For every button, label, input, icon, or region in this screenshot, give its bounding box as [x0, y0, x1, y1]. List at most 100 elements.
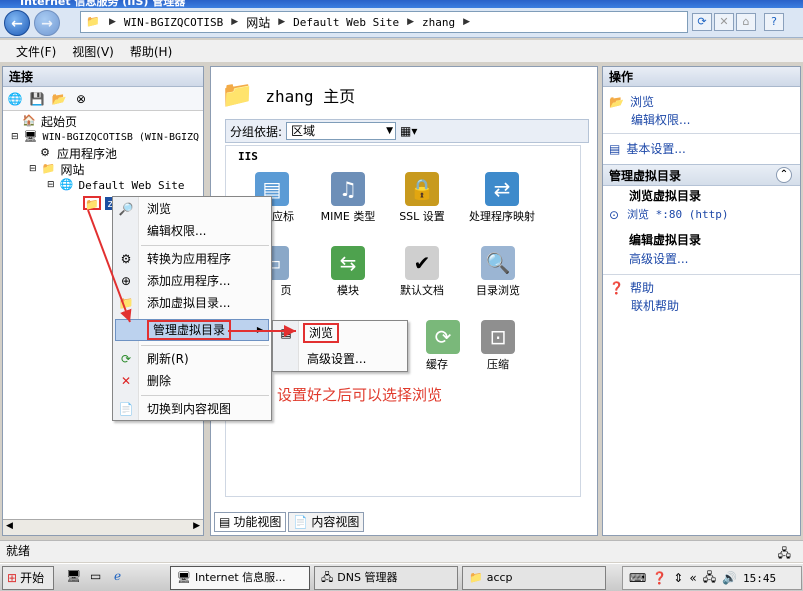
menu-help[interactable]: 帮助(H)	[130, 43, 172, 60]
action-advanced-settings[interactable]: 高级设置...	[603, 250, 800, 268]
feature-ssl[interactable]: 🔒 SSL 设置	[386, 172, 458, 223]
scroll-right-icon[interactable]: ▶	[193, 521, 200, 531]
save-icon[interactable]: 💾	[29, 91, 45, 107]
feature-modules[interactable]: ⇆ 模块	[312, 246, 384, 297]
feature-mime-types[interactable]: ♫ MIME 类型	[312, 172, 384, 223]
delete-icon: ✕	[120, 374, 132, 388]
browse-icon: 📂	[609, 95, 624, 109]
menu-bar: 文件(F) 视图(V) 帮助(H)	[0, 40, 803, 62]
sub-browse[interactable]: ▤ 浏览	[273, 323, 407, 343]
server-manager-icon[interactable]: 🖥	[66, 569, 81, 583]
home-header: 📁 zhang 主页	[221, 75, 355, 115]
globe-icon: ⊙	[609, 208, 620, 222]
clock[interactable]: 15:45	[743, 572, 776, 585]
connect-icon[interactable]: 🌐	[7, 91, 23, 107]
disconnect-icon[interactable]: ⊗	[73, 91, 89, 107]
task-iis-manager[interactable]: 🖥 Internet 信息服...	[170, 566, 310, 590]
address-bar[interactable]: 📁 ▶ WIN-BGIZQCOTISB ▶ 网站 ▶ Default Web S…	[80, 11, 688, 33]
action-help[interactable]: ❓ 帮助	[609, 279, 794, 297]
group-by-select[interactable]: 区域 ▼	[286, 122, 397, 140]
home-icon[interactable]: ⌂	[736, 13, 756, 31]
breadcrumb-server[interactable]: WIN-BGIZQCOTISB	[124, 16, 223, 29]
menu-separator	[141, 345, 269, 346]
modules-icon: ⇆	[331, 246, 365, 280]
breadcrumb-sites[interactable]: 网站	[246, 14, 270, 31]
expand-tray-icon[interactable]: «	[689, 571, 696, 585]
connections-header: 连接	[3, 67, 203, 87]
collapse-icon[interactable]: ⊟	[29, 164, 37, 174]
tree-item-sites[interactable]: ⊟ 📁 网站	[11, 161, 199, 177]
ctx-add-application[interactable]: ⊕ 添加应用程序...	[113, 271, 271, 291]
ctx-convert-to-app[interactable]: ⚙ 转换为应用程序	[113, 249, 271, 269]
menu-file[interactable]: 文件(F)	[16, 43, 56, 60]
compression-icon: ⊡	[481, 320, 515, 354]
task-dns-manager[interactable]: 🖧 DNS 管理器	[314, 566, 458, 590]
section-manage-vdir[interactable]: 管理虚拟目录 ⌃	[603, 164, 800, 186]
ctx-browse[interactable]: 🔎 浏览	[113, 199, 271, 219]
collapse-icon[interactable]: ⊟	[47, 180, 55, 190]
breadcrumb-default-site[interactable]: Default Web Site	[293, 16, 399, 29]
ctx-edit-permissions[interactable]: 编辑权限...	[113, 221, 271, 241]
refresh-icon[interactable]: ⟳	[692, 13, 712, 31]
scroll-icon[interactable]: ⇕	[673, 571, 683, 585]
keyboard-icon[interactable]: ⌨	[629, 571, 646, 585]
settings-icon: ▤	[609, 142, 621, 156]
start-page-icon: 🏠	[22, 114, 36, 127]
action-browse[interactable]: 📂 浏览	[609, 93, 794, 111]
dns-icon: 🖧	[321, 571, 334, 584]
feature-directory-browsing[interactable]: 🔍 目录浏览	[462, 246, 534, 297]
ctx-switch-content-view[interactable]: 📄 切换到内容视图	[113, 399, 271, 419]
action-basic-settings[interactable]: ▤ 基本设置...	[609, 140, 794, 158]
ctx-delete[interactable]: ✕ 删除	[113, 371, 271, 391]
powershell-icon[interactable]: ▭	[90, 569, 101, 583]
globe-icon: 🌐	[59, 178, 74, 191]
collapse-icon[interactable]: ⊟	[11, 132, 19, 142]
tab-features-view[interactable]: ▤ 功能视图	[214, 512, 287, 532]
ctx-manage-virtual-dir[interactable]: 管理虚拟目录 ▶	[113, 320, 271, 340]
task-accp-folder[interactable]: 📁 accp	[462, 566, 606, 590]
content-view-icon: 📄	[118, 402, 134, 416]
action-browse-port80[interactable]: ⊙ 浏览 *:80 (http)	[603, 206, 800, 224]
folder-icon: 📁	[86, 15, 100, 28]
context-menu: 🔎 浏览 编辑权限... ⚙ 转换为应用程序 ⊕ 添加应用程序... 📁 添加虚…	[112, 196, 272, 421]
up-folder-icon[interactable]: 📂	[51, 91, 67, 107]
refresh-icon: ⟳	[120, 352, 132, 366]
sub-advanced-settings[interactable]: 高级设置...	[273, 349, 407, 369]
content-view-icon: 📄	[293, 515, 309, 529]
start-button[interactable]: ⊞ 开始	[2, 566, 54, 590]
ie-icon[interactable]: ℯ	[114, 569, 121, 583]
ctx-add-virtual-dir[interactable]: 📁 添加虚拟目录...	[113, 293, 271, 313]
volume-icon[interactable]: 🔊	[722, 571, 737, 585]
convert-icon: ⚙	[120, 252, 132, 266]
forward-button[interactable]: →	[34, 10, 60, 36]
menu-view[interactable]: 视图(V)	[72, 43, 114, 60]
features-view-icon: ▤	[219, 515, 231, 529]
feature-compression[interactable]: ⊡ 压缩	[462, 320, 534, 371]
collapse-up-icon[interactable]: ⌃	[776, 167, 792, 183]
folder-icon: 📁	[469, 571, 483, 584]
scroll-left-icon[interactable]: ◀	[6, 521, 13, 531]
ctx-refresh[interactable]: ⟳ 刷新(R)	[113, 349, 271, 369]
breadcrumb-zhang[interactable]: zhang	[422, 16, 455, 29]
tree-item-start-page[interactable]: 🏠 起始页	[11, 113, 199, 129]
feature-default-document[interactable]: ✔ 默认文档	[386, 246, 458, 297]
tab-content-view[interactable]: 📄 内容视图	[288, 512, 365, 532]
menu-separator	[141, 245, 269, 246]
tree-item-server[interactable]: ⊟ 🖥 WIN-BGIZQCOTISB (WIN-BGIZQ	[11, 129, 199, 145]
horizontal-scrollbar[interactable]: ◀ ▶	[3, 519, 203, 535]
virtual-dir-icon: 📁	[83, 196, 101, 211]
feature-handler-mappings[interactable]: ⇄ 处理程序映射	[462, 172, 542, 223]
help-icon[interactable]: ❓	[652, 571, 667, 585]
add-vdir-icon: 📁	[118, 296, 134, 310]
stop-icon[interactable]: ✕	[714, 13, 734, 31]
action-edit-permissions[interactable]: 编辑权限...	[609, 111, 794, 129]
help-icon[interactable]: ?	[764, 13, 784, 31]
tree-item-app-pools[interactable]: ⚙ 应用程序池	[11, 145, 199, 161]
tree-item-default-site[interactable]: ⊟ 🌐 Default Web Site	[11, 177, 199, 193]
back-button[interactable]: ←	[4, 10, 30, 36]
action-online-help[interactable]: 联机帮助	[609, 297, 794, 315]
network-icon[interactable]: 🖧	[703, 568, 716, 589]
submenu: ▤ 浏览 高级设置...	[272, 320, 408, 372]
system-tray: ⌨ ❓ ⇕ « 🖧 🔊 15:45	[622, 566, 802, 590]
view-mode-icon[interactable]: ▦▾	[400, 124, 417, 138]
